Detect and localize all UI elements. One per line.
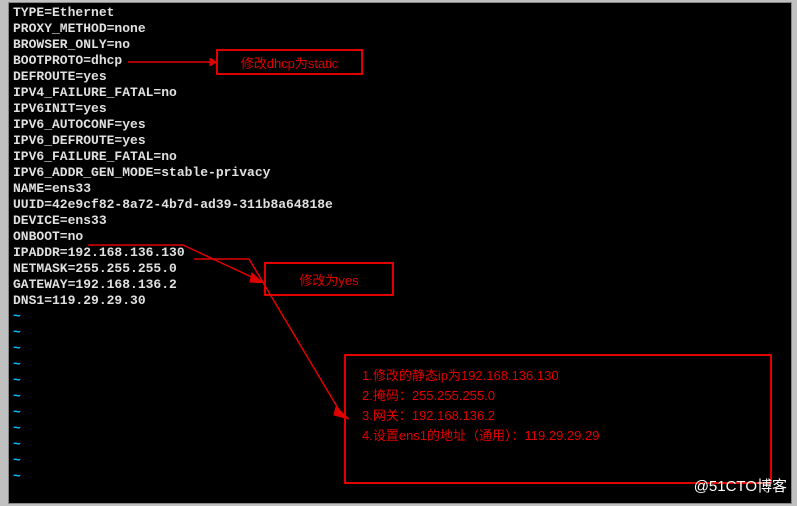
vi-tilde: ~ (13, 309, 787, 325)
config-line: IPV6_AUTOCONF=yes (13, 117, 787, 133)
config-line: IPV6_FAILURE_FATAL=no (13, 149, 787, 165)
annotation-text: 修改dhcp为static (241, 53, 339, 72)
config-line: UUID=42e9cf82-8a72-4b7d-ad39-311b8a64818… (13, 197, 787, 213)
annotation-line: 3.网关：192.168.136.2 (362, 406, 754, 426)
config-line: DEFROUTE=yes (13, 69, 787, 85)
watermark: @51CTO博客 (694, 475, 787, 496)
config-line: TYPE=Ethernet (13, 5, 787, 21)
annotation-line: 4.设置ens1的地址（通用）：119.29.29.29 (362, 426, 754, 446)
config-line: IPV6INIT=yes (13, 101, 787, 117)
arrow-bootproto (128, 58, 216, 66)
config-line: BROWSER_ONLY=no (13, 37, 787, 53)
arrow-ipaddr (194, 255, 349, 420)
config-line: IPV6_ADDR_GEN_MODE=stable-privacy (13, 165, 787, 181)
annotation-line: 2.掩码：255.255.255.0 (362, 386, 754, 406)
config-line: DEVICE=ens33 (13, 213, 787, 229)
vi-tilde: ~ (13, 325, 787, 341)
config-line: PROXY_METHOD=none (13, 21, 787, 37)
annotation-network-settings: 1.修改的静态ip为192.168.136.130 2.掩码：255.255.2… (344, 354, 772, 484)
config-line: IPV4_FAILURE_FATAL=no (13, 85, 787, 101)
config-line: DNS1=119.29.29.30 (13, 293, 787, 309)
annotation-line: 1.修改的静态ip为192.168.136.130 (362, 366, 754, 386)
config-line: NAME=ens33 (13, 181, 787, 197)
annotation-bootproto: 修改dhcp为static (216, 49, 363, 75)
config-line: IPV6_DEFROUTE=yes (13, 133, 787, 149)
